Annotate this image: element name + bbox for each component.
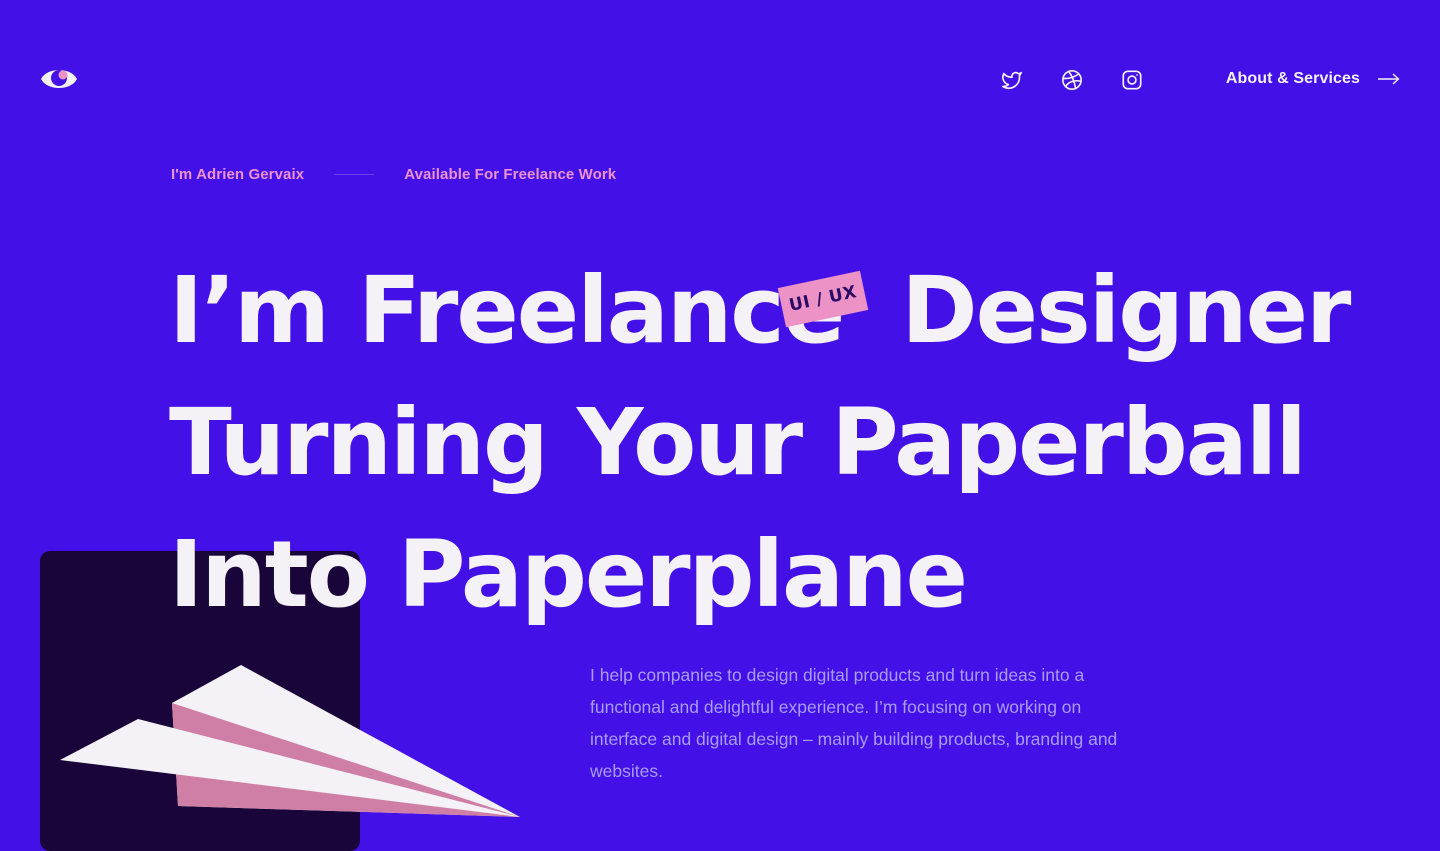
hero-description: I help companies to design digital produ… [590, 665, 1118, 781]
